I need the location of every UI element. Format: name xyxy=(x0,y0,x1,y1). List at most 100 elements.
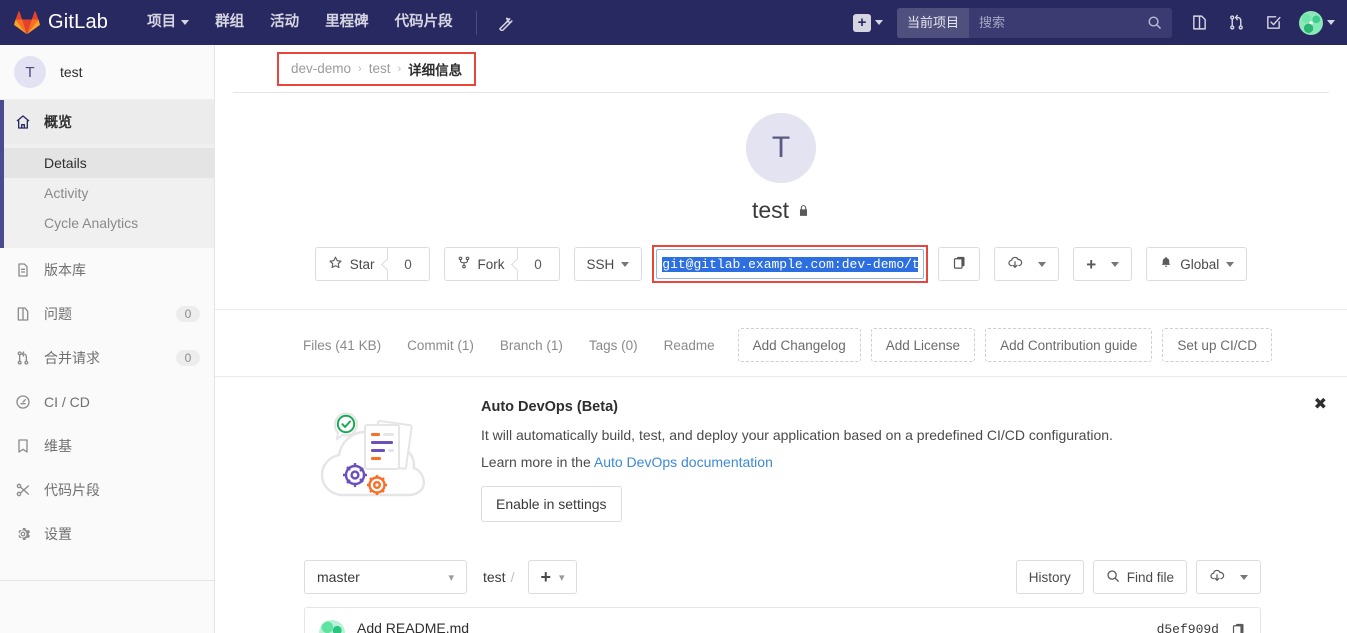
chevron-down-icon xyxy=(1226,261,1235,267)
stat-tags[interactable]: Tags (0) xyxy=(576,338,651,353)
issues-icon[interactable] xyxy=(1182,8,1217,37)
learn-more-prefix: Learn more in the xyxy=(481,454,594,470)
topnav-item-label: 项目 xyxy=(147,14,177,30)
find-file-button[interactable]: Find file xyxy=(1092,560,1187,594)
breadcrumb-item-current: 详细信息 xyxy=(408,62,463,78)
sidebar-project-avatar: T xyxy=(14,56,46,88)
search-input[interactable] xyxy=(969,7,1147,38)
chevron-down-icon xyxy=(874,20,883,25)
sidebar-item-label: 维基 xyxy=(44,438,72,454)
sidebar-item-merge-requests[interactable]: 合并请求 0 xyxy=(0,336,214,380)
todos-icon[interactable] xyxy=(1256,8,1291,37)
user-menu[interactable] xyxy=(1293,10,1335,35)
sidebar-subitem-details[interactable]: Details xyxy=(0,148,214,178)
merge-icon xyxy=(14,350,32,366)
sidebar-item-repository[interactable]: 版本库 xyxy=(0,248,214,292)
star-button-group: Star 0 xyxy=(314,247,430,281)
commit-message[interactable]: Add README.md xyxy=(357,620,604,633)
stat-branches[interactable]: Branch (1) xyxy=(487,338,576,353)
topnav-item-snippets[interactable]: 代码片段 xyxy=(382,0,466,45)
commit-sha[interactable]: d5ef909d xyxy=(1157,622,1219,633)
fork-count[interactable]: 0 xyxy=(517,247,560,281)
sidebar-item-cicd[interactable]: CI / CD xyxy=(0,380,214,424)
star-button[interactable]: Star xyxy=(314,247,388,281)
add-button[interactable]: + xyxy=(1073,247,1133,281)
top-nav-links: 项目 群组 活动 里程碑 代码片段 xyxy=(134,0,524,45)
stat-files[interactable]: Files (41 KB) xyxy=(290,338,394,353)
project-avatar: T xyxy=(746,113,816,183)
copy-url-button[interactable] xyxy=(938,247,981,281)
close-icon[interactable]: ✖ xyxy=(1314,397,1327,413)
plus-icon: + xyxy=(540,567,551,587)
auto-devops-body: Auto DevOps (Beta) It will automatically… xyxy=(455,399,1325,522)
wrench-icon[interactable] xyxy=(487,14,524,31)
star-icon xyxy=(328,255,343,273)
download-icon xyxy=(1007,255,1023,274)
gitlab-logo[interactable]: GitLab xyxy=(14,10,108,35)
issue-icon xyxy=(14,306,32,322)
sidebar-bottom-divider xyxy=(0,580,214,581)
rocket-icon xyxy=(14,394,32,410)
cloud-gears-illustration xyxy=(305,399,455,511)
topnav-item-activity[interactable]: 活动 xyxy=(257,0,312,45)
breadcrumb-item-project[interactable]: test xyxy=(369,61,391,76)
commit-info: Add README.md Administrator authored abo… xyxy=(357,620,604,633)
gitlab-tanuki-icon xyxy=(14,10,40,34)
sidebar-item-issues[interactable]: 问题 0 xyxy=(0,292,214,336)
auto-devops-title: Auto DevOps (Beta) xyxy=(481,399,618,415)
copy-icon[interactable] xyxy=(1231,622,1246,633)
download-button[interactable] xyxy=(994,247,1060,281)
sidebar-subitem-cycle-analytics[interactable]: Cycle Analytics xyxy=(0,208,214,238)
breadcrumb-item-group[interactable]: dev-demo xyxy=(291,61,351,76)
new-item-button[interactable]: + xyxy=(847,8,889,38)
notification-dropdown[interactable]: Global xyxy=(1146,247,1248,281)
clone-protocol-dropdown[interactable]: SSH xyxy=(573,247,643,281)
sidebar-item-label: 合并请求 xyxy=(44,350,100,366)
add-changelog-button[interactable]: Add Changelog xyxy=(737,328,861,362)
nav-divider xyxy=(475,10,477,35)
breadcrumb-separator: › xyxy=(358,62,362,75)
topnav-item-groups[interactable]: 群组 xyxy=(202,0,257,45)
sidebar-item-wiki[interactable]: 维基 xyxy=(0,424,214,468)
sidebar-item-label: 设置 xyxy=(44,526,72,542)
search-scope-label[interactable]: 当前项目 xyxy=(896,7,969,38)
committer-avatar xyxy=(319,620,345,633)
add-license-button[interactable]: Add License xyxy=(870,328,976,362)
sidebar-subitem-activity[interactable]: Activity xyxy=(0,178,214,208)
copy-icon xyxy=(952,255,967,273)
breadcrumb-separator: › xyxy=(397,62,402,75)
add-contribution-guide-button[interactable]: Add Contribution guide xyxy=(985,328,1153,362)
search-icon[interactable] xyxy=(1147,15,1172,30)
enable-in-settings-button[interactable]: Enable in settings xyxy=(481,486,622,522)
auto-devops-learn-more: Learn more in the Auto DevOps documentat… xyxy=(481,454,1325,470)
stat-commits[interactable]: Commit (1) xyxy=(394,338,487,353)
bell-icon xyxy=(1159,255,1173,273)
project-name: test xyxy=(751,197,790,223)
sidebar-item-settings[interactable]: 设置 xyxy=(0,512,214,556)
sidebar-item-badge: 0 xyxy=(176,306,200,322)
sidebar-project-name: test xyxy=(60,64,83,80)
set-up-cicd-button[interactable]: Set up CI/CD xyxy=(1162,328,1272,362)
page-title: test xyxy=(215,197,1347,224)
path-root[interactable]: test xyxy=(483,569,506,585)
fork-button-label: Fork xyxy=(477,256,505,272)
fork-button[interactable]: Fork xyxy=(443,247,518,281)
branch-selector[interactable]: master ▾ xyxy=(304,560,467,594)
breadcrumb-bar: dev-demo › test › 详细信息 xyxy=(215,45,1347,92)
scissors-icon xyxy=(14,482,32,498)
sidebar-item-snippets[interactable]: 代码片段 xyxy=(0,468,214,512)
history-button[interactable]: History xyxy=(1015,560,1084,594)
merge-requests-icon[interactable] xyxy=(1219,8,1254,37)
clone-url-input[interactable] xyxy=(656,249,925,279)
sidebar-project-header[interactable]: T test xyxy=(0,45,214,100)
sidebar-item-label: CI / CD xyxy=(44,394,90,410)
project-sidebar: T test 概览 Details Activity Cycle Analyti… xyxy=(0,45,215,633)
star-count[interactable]: 0 xyxy=(387,247,430,281)
download-source-button[interactable] xyxy=(1196,560,1261,594)
stat-readme[interactable]: Readme xyxy=(651,338,728,353)
topnav-item-projects[interactable]: 项目 xyxy=(134,0,202,45)
topnav-item-milestones[interactable]: 里程碑 xyxy=(312,0,382,45)
sidebar-item-overview[interactable]: 概览 xyxy=(0,100,214,144)
add-to-repo-dropdown[interactable]: + ▾ xyxy=(528,560,577,594)
auto-devops-docs-link[interactable]: Auto DevOps documentation xyxy=(594,454,773,470)
